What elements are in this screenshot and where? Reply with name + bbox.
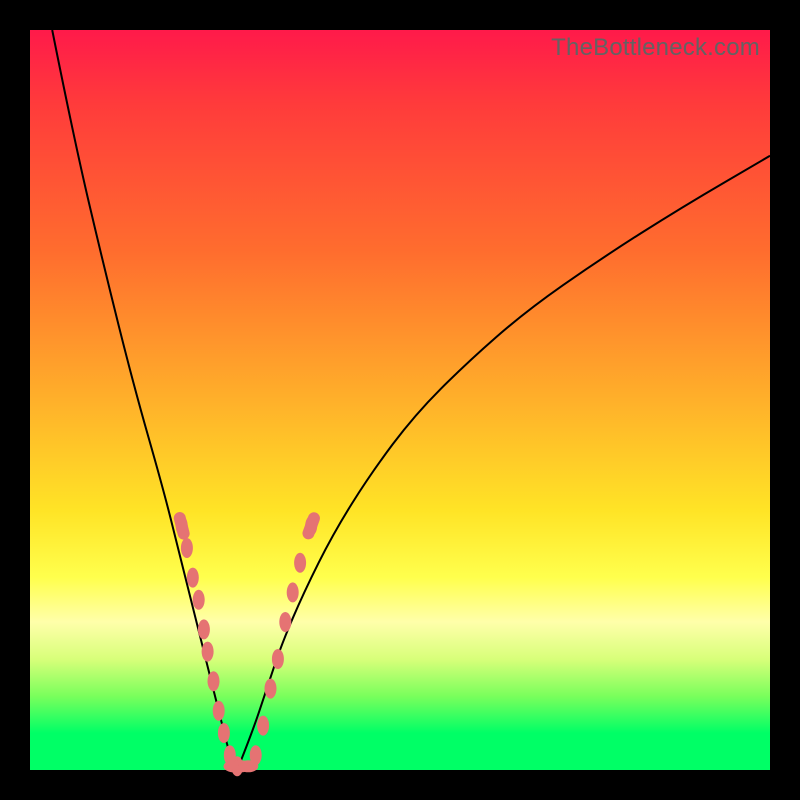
bead-capsule	[301, 511, 322, 541]
bead	[272, 649, 284, 669]
bead	[198, 619, 210, 639]
bead	[279, 612, 291, 632]
bead	[218, 723, 230, 743]
bead	[257, 716, 269, 736]
bead	[181, 538, 193, 558]
bead	[208, 671, 220, 691]
bead	[213, 701, 225, 721]
plot-area: TheBottleneck.com	[30, 30, 770, 770]
bead	[193, 590, 205, 610]
bead	[265, 679, 277, 699]
bead	[202, 642, 214, 662]
bead	[287, 582, 299, 602]
chart-svg	[30, 30, 770, 770]
bead	[187, 568, 199, 588]
bead	[294, 553, 306, 573]
bead-group	[172, 511, 321, 777]
bead	[238, 760, 258, 772]
chart-frame: TheBottleneck.com	[0, 0, 800, 800]
right-curve	[237, 156, 770, 770]
